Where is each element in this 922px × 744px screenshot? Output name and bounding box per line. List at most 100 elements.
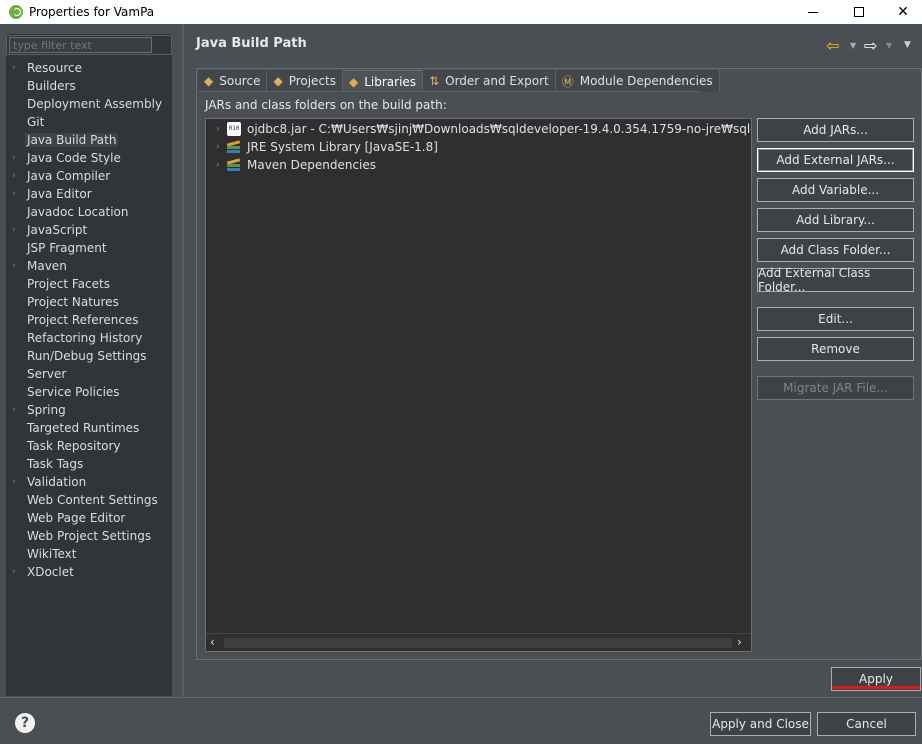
- add-external-class-folder-button[interactable]: Add External Class Folder...: [757, 266, 914, 294]
- tree-item[interactable]: JSP Fragment: [6, 239, 172, 257]
- tree-item-label: Java Editor: [27, 187, 92, 201]
- tree-item[interactable]: Refactoring History: [6, 329, 172, 347]
- tree-item[interactable]: WikiText: [6, 545, 172, 563]
- tree-item[interactable]: › Resource: [6, 59, 172, 77]
- tree-item-label: Project Natures: [27, 295, 119, 309]
- tree-item-label: Java Code Style: [27, 151, 121, 165]
- filter-box: [6, 35, 172, 55]
- tree-item[interactable]: › Validation: [6, 473, 172, 491]
- tree-item[interactable]: Project Facets: [6, 275, 172, 293]
- apply-and-close-button[interactable]: Apply and Close: [710, 712, 811, 736]
- list-item[interactable]: › JRE System Library [JavaSE-1.8]: [206, 138, 751, 156]
- remove-button[interactable]: Remove: [757, 337, 914, 361]
- tree-item[interactable]: › Maven: [6, 257, 172, 275]
- jar-icon: 010: [227, 122, 241, 136]
- tab-module-dependencies[interactable]: Ⓜ Module Dependencies: [555, 70, 720, 92]
- back-arrow-icon[interactable]: ⇦: [826, 34, 839, 56]
- tab-projects[interactable]: ◆ Projects: [267, 70, 343, 92]
- tree-item[interactable]: Builders: [6, 77, 172, 95]
- tree-item[interactable]: › Java Code Style: [6, 149, 172, 167]
- forward-dropdown-icon[interactable]: ▼: [886, 34, 892, 56]
- tree-item-label: Javadoc Location: [27, 205, 129, 219]
- add-jars-button[interactable]: Add JARs...: [757, 118, 914, 142]
- tree-item-label: Task Tags: [27, 457, 84, 471]
- tree-item[interactable]: Targeted Runtimes: [6, 419, 172, 437]
- tree-item-label: Web Project Settings: [27, 529, 152, 543]
- back-dropdown-icon[interactable]: ▼: [850, 34, 856, 56]
- close-button[interactable]: ✕: [880, 0, 922, 24]
- expand-chevron-icon[interactable]: ›: [12, 221, 16, 239]
- cancel-button[interactable]: Cancel: [817, 712, 916, 736]
- tab-libraries[interactable]: ◆ Libraries: [343, 70, 424, 92]
- tree-item[interactable]: Deployment Assembly: [6, 95, 172, 113]
- expand-chevron-icon[interactable]: ›: [12, 149, 16, 167]
- add-class-folder-button[interactable]: Add Class Folder...: [757, 238, 914, 262]
- scroll-left-icon[interactable]: ‹: [210, 635, 215, 649]
- tree-item-label: Service Policies: [27, 385, 120, 399]
- tab-source[interactable]: ◆ Source: [198, 70, 268, 92]
- list-item[interactable]: › 010 ojdbc8.jar - C:₩Users₩sjinj₩Download…: [206, 120, 751, 138]
- close-icon: ✕: [897, 4, 909, 20]
- tree-item-label: Task Repository: [27, 439, 121, 453]
- tree-item[interactable]: Service Policies: [6, 383, 172, 401]
- tree-item[interactable]: › Spring: [6, 401, 172, 419]
- add-external-jars-button[interactable]: Add External JARs...: [757, 148, 914, 172]
- tree-item-label: Project Facets: [27, 277, 110, 291]
- forward-arrow-icon[interactable]: ⇨: [864, 34, 877, 56]
- filter-input[interactable]: [9, 37, 152, 53]
- tree-item-label: Server: [27, 367, 67, 381]
- expand-chevron-icon[interactable]: ›: [216, 120, 220, 138]
- projects-icon: ◆: [273, 74, 283, 88]
- tree-item[interactable]: Javadoc Location: [6, 203, 172, 221]
- expand-chevron-icon[interactable]: ›: [12, 401, 16, 419]
- expand-chevron-icon[interactable]: ›: [216, 138, 220, 156]
- tree-item[interactable]: › XDoclet: [6, 563, 172, 581]
- expand-chevron-icon[interactable]: ›: [216, 156, 220, 174]
- maximize-button[interactable]: [836, 0, 882, 24]
- expand-chevron-icon[interactable]: ›: [12, 59, 16, 77]
- horizontal-scrollbar[interactable]: ‹ ›: [206, 633, 751, 651]
- minimize-button[interactable]: [790, 0, 836, 24]
- add-variable-button[interactable]: Add Variable...: [757, 178, 914, 202]
- tree-item-label: JSP Fragment: [27, 241, 107, 255]
- tab-divider: [198, 91, 700, 92]
- expand-chevron-icon[interactable]: ›: [12, 167, 16, 185]
- tree-item-label: Builders: [27, 79, 76, 93]
- tab-order-and-export[interactable]: ⇅ Order and Export: [423, 70, 556, 92]
- panel-splitter[interactable]: [182, 24, 184, 698]
- tree-item-label: Refactoring History: [27, 331, 143, 345]
- tree-item[interactable]: Run/Debug Settings: [6, 347, 172, 365]
- tree-item[interactable]: Java Build Path: [6, 131, 172, 149]
- tree-item[interactable]: Project Natures: [6, 293, 172, 311]
- tree-item[interactable]: Server: [6, 365, 172, 383]
- tree-item-label: Targeted Runtimes: [27, 421, 140, 435]
- scrollbar-thumb[interactable]: [224, 638, 732, 648]
- scroll-right-icon[interactable]: ›: [737, 635, 742, 649]
- expand-chevron-icon[interactable]: ›: [12, 473, 16, 491]
- add-library-button[interactable]: Add Library...: [757, 208, 914, 232]
- tree-item[interactable]: › Java Editor: [6, 185, 172, 203]
- list-item[interactable]: › Maven Dependencies: [206, 156, 751, 174]
- view-menu-icon[interactable]: ▼: [904, 34, 911, 56]
- tree-item-label: JavaScript: [27, 223, 88, 237]
- title-bar: Properties for VamPa ✕: [0, 0, 922, 24]
- libraries-icon: ◆: [349, 74, 359, 89]
- expand-chevron-icon[interactable]: ›: [12, 563, 16, 581]
- tree-item[interactable]: Task Repository: [6, 437, 172, 455]
- libraries-list[interactable]: › 010 ojdbc8.jar - C:₩Users₩sjinj₩Download…: [205, 118, 752, 652]
- tree-item-label: WikiText: [27, 547, 77, 561]
- apply-highlight-mark: [832, 686, 920, 689]
- expand-chevron-icon[interactable]: ›: [12, 185, 16, 203]
- tree-item[interactable]: Git: [6, 113, 172, 131]
- help-icon[interactable]: ?: [15, 713, 35, 733]
- edit-button[interactable]: Edit...: [757, 307, 914, 331]
- tree-item[interactable]: › JavaScript: [6, 221, 172, 239]
- property-pages-tree: › Resource Builders Deployment Assembly Git J…: [6, 59, 172, 581]
- tree-item[interactable]: Task Tags: [6, 455, 172, 473]
- tree-item[interactable]: Project References: [6, 311, 172, 329]
- expand-chevron-icon[interactable]: ›: [12, 257, 16, 275]
- tree-item[interactable]: Web Page Editor: [6, 509, 172, 527]
- tree-item[interactable]: Web Content Settings: [6, 491, 172, 509]
- tree-item[interactable]: › Java Compiler: [6, 167, 172, 185]
- tree-item[interactable]: Web Project Settings: [6, 527, 172, 545]
